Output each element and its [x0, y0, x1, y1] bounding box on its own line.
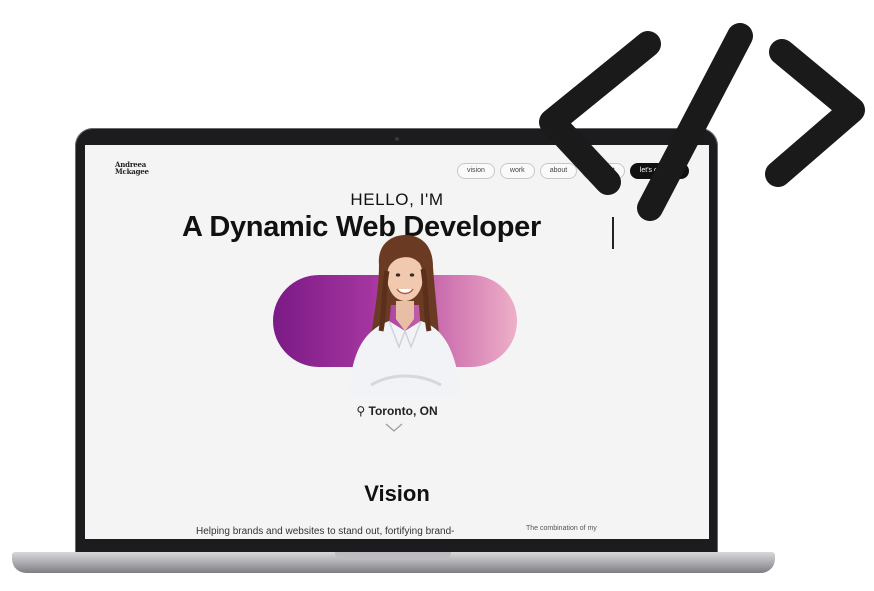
webcam [395, 137, 399, 141]
map-pin-icon: ⚲ [356, 404, 366, 418]
nav-item-vision[interactable]: vision [457, 163, 495, 179]
site-logo[interactable]: Andreea Mckagee [115, 161, 155, 175]
stage: Andreea Mckagee vision work about contac… [0, 0, 874, 591]
chevron-down-icon[interactable] [385, 423, 403, 433]
code-tag-icon [539, 23, 865, 221]
vision-paragraph: Helping brands and websites to stand out… [196, 526, 455, 537]
location-label: ⚲ Toronto, ON [85, 404, 709, 418]
vision-heading: Vision [364, 481, 430, 506]
vision-side-text: The combination of my [526, 525, 597, 532]
location-text: Toronto, ON [368, 404, 438, 418]
portrait-image [349, 235, 461, 397]
laptop-base-notch [335, 552, 451, 560]
